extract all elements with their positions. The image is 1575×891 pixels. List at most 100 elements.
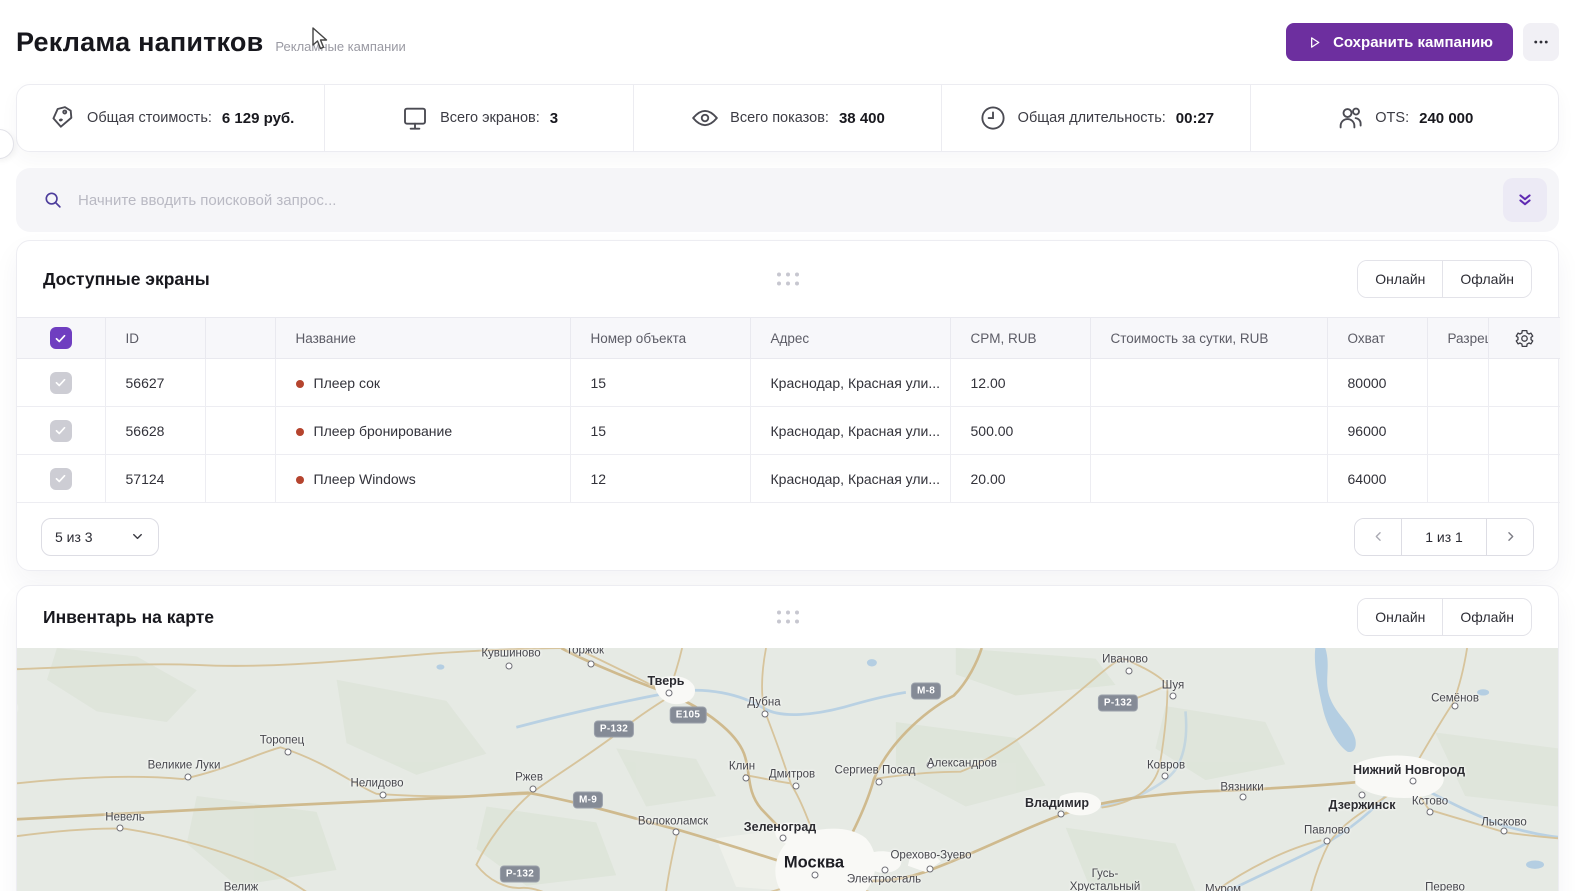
stat-item: OTS: 240 000 <box>1250 85 1558 151</box>
city-marker <box>927 866 934 873</box>
sidebar-collapse-toggle[interactable] <box>0 129 14 159</box>
save-campaign-label: Сохранить кампанию <box>1333 34 1493 51</box>
city-label: Шуя <box>1162 679 1184 692</box>
map-drag-handle-icon[interactable] <box>777 611 799 624</box>
city-label: Невель <box>105 811 144 824</box>
screens-offline-tab[interactable]: Офлайн <box>1442 261 1531 297</box>
map-online-offline-toggle: Онлайн Офлайн <box>1357 598 1532 636</box>
table-row[interactable]: 56627Плеер сок15Краснодар, Красная ули..… <box>17 359 1560 407</box>
city-marker <box>666 690 673 697</box>
stat-value: 6 129 руб. <box>222 110 294 127</box>
search-input[interactable] <box>78 192 1489 209</box>
city-marker <box>380 792 387 799</box>
city-label: Вязники <box>1220 781 1263 794</box>
status-dot <box>296 428 304 436</box>
select-all-checkbox[interactable] <box>50 327 72 349</box>
page-size-select[interactable]: 5 из 3 <box>41 518 159 556</box>
city-marker <box>1126 668 1133 675</box>
city-label: Ржев <box>515 771 543 784</box>
column-header: Стоимость за сутки, RUB <box>1111 331 1269 346</box>
cell-cpm: 500.00 <box>971 423 1014 439</box>
row-checkbox[interactable] <box>50 372 72 394</box>
city-label: Муром <box>1205 883 1241 891</box>
road-badge: Р-132 <box>594 721 634 738</box>
save-campaign-button[interactable]: Сохранить кампанию <box>1286 23 1513 61</box>
prev-page-button[interactable] <box>1355 519 1401 555</box>
stat-item: Общая стоимость: 6 129 руб. <box>17 85 324 151</box>
stat-label: Общая стоимость: <box>87 110 212 126</box>
check-icon <box>54 424 67 437</box>
page-title: Реклама напитков <box>16 27 263 58</box>
stat-label: Всего показов: <box>730 110 829 126</box>
stat-label: Общая длительность: <box>1018 110 1166 126</box>
table-settings-icon[interactable] <box>1514 328 1535 349</box>
city-label: Электросталь <box>847 873 921 886</box>
cell-reach: 80000 <box>1348 375 1387 391</box>
city-label: Торжок <box>566 648 604 658</box>
check-icon <box>54 376 67 389</box>
search-icon <box>42 189 64 211</box>
play-icon <box>1306 34 1323 51</box>
city-label: Иваново <box>1102 653 1148 666</box>
map-online-tab[interactable]: Онлайн <box>1358 599 1442 635</box>
chevron-right-icon <box>1503 529 1518 544</box>
city-label: Тверь <box>648 674 685 688</box>
column-header: Охват <box>1348 331 1386 346</box>
map-offline-tab[interactable]: Офлайн <box>1442 599 1531 635</box>
chevron-down-icon <box>130 529 145 544</box>
city-marker <box>673 829 680 836</box>
more-actions-button[interactable] <box>1523 23 1559 61</box>
stat-value: 00:27 <box>1176 110 1214 127</box>
campaign-page: Реклама напитков Рекламные кампании Сохр… <box>0 0 1575 891</box>
check-icon <box>54 472 67 485</box>
city-label: Дзержинск <box>1329 798 1396 812</box>
expand-filters-button[interactable] <box>1503 178 1547 222</box>
city-marker <box>927 762 934 769</box>
row-checkbox[interactable] <box>50 420 72 442</box>
cell-reach: 64000 <box>1348 471 1387 487</box>
city-marker <box>743 775 750 782</box>
screen-name: Плеер Windows <box>314 471 416 487</box>
city-marker <box>1359 792 1366 799</box>
stat-value: 38 400 <box>839 110 885 127</box>
city-marker <box>285 749 292 756</box>
cell-address: Краснодар, Красная ули... <box>771 471 941 487</box>
city-label: Владимир <box>1025 796 1089 810</box>
cell-address: Краснодар, Красная ули... <box>771 423 941 439</box>
city-marker <box>1240 794 1247 801</box>
stat-value: 240 000 <box>1419 110 1473 127</box>
city-marker <box>506 663 513 670</box>
table-row[interactable]: 56628Плеер бронирование15Краснодар, Крас… <box>17 407 1560 455</box>
cell-object_number: 15 <box>591 423 607 439</box>
column-header: Название <box>296 331 356 346</box>
table-footer: 5 из 3 1 из 1 <box>17 503 1558 570</box>
row-checkbox[interactable] <box>50 468 72 490</box>
column-header: Разрешение <box>1448 331 1489 346</box>
city-label: Клин <box>729 760 755 773</box>
city-label: Велиж <box>224 881 259 891</box>
column-header: CPM, RUB <box>971 331 1037 346</box>
map-canvas[interactable]: КувшиновоТоржокТверьДубнаИвановоШуяСемён… <box>17 648 1558 891</box>
drag-handle-icon[interactable] <box>777 273 799 286</box>
clock-icon <box>978 103 1008 133</box>
page-size-value: 5 из 3 <box>55 529 93 545</box>
city-marker <box>1324 838 1331 845</box>
stat-label: OTS: <box>1375 110 1409 126</box>
column-header: Адрес <box>771 331 810 346</box>
pagination: 1 из 1 <box>1354 518 1534 556</box>
city-marker <box>1452 703 1459 710</box>
map-title: Инвентарь на карте <box>43 607 214 628</box>
next-page-button[interactable] <box>1487 519 1533 555</box>
city-marker <box>1410 778 1417 785</box>
cell-id: 57124 <box>126 471 165 487</box>
tag-icon <box>47 103 77 133</box>
screens-online-tab[interactable]: Онлайн <box>1358 261 1442 297</box>
road-badge: E105 <box>670 707 707 724</box>
people-icon <box>1335 103 1365 133</box>
city-marker <box>530 786 537 793</box>
stats-bar: Общая стоимость: 6 129 руб. Всего экрано… <box>16 84 1559 152</box>
cell-cpm: 12.00 <box>971 375 1006 391</box>
cell-object_number: 15 <box>591 375 607 391</box>
screens-online-offline-toggle: Онлайн Офлайн <box>1357 260 1532 298</box>
table-row[interactable]: 57124Плеер Windows12Краснодар, Красная у… <box>17 455 1560 503</box>
